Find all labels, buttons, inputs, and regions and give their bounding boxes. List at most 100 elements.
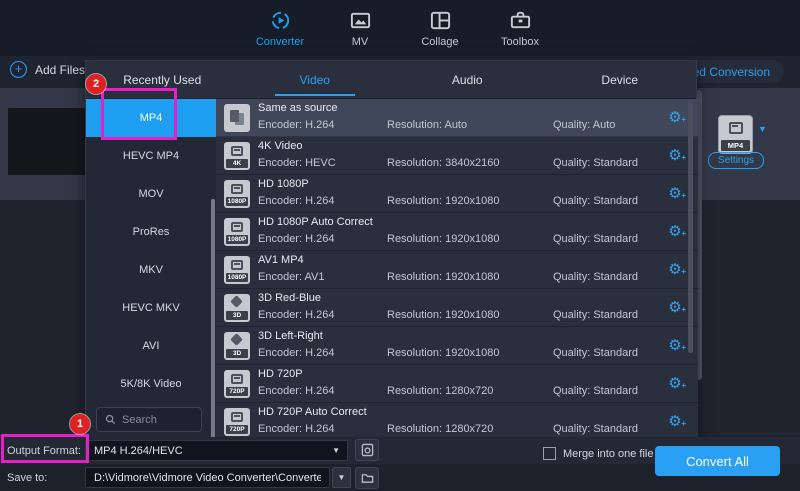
preset-settings-gear-icon[interactable] [666, 223, 684, 241]
preset-name: HD 720P [258, 368, 303, 380]
preset-row[interactable]: 720P HD 720P Encoder: H.264 Resolution: … [216, 365, 698, 403]
preset-encoder: Encoder: AV1 [258, 271, 324, 283]
preset-encoder: Encoder: H.264 [258, 385, 334, 397]
film-icon [231, 184, 243, 194]
output-format-value: MP4 H.264/HEVC [94, 445, 183, 457]
output-format-caret-icon[interactable]: ▼ [332, 446, 340, 455]
preset-settings-gear-icon[interactable] [666, 109, 684, 127]
preset-row[interactable]: 1080P HD 1080P Auto Correct Encoder: H.2… [216, 213, 698, 251]
tab-device-label: Device [601, 73, 638, 87]
preset-row[interactable]: 1080P AV1 MP4 Encoder: AV1 Resolution: 1… [216, 251, 698, 289]
sidebar-format-avi[interactable]: AVI [86, 327, 216, 365]
sidebar-format-label: MKV [139, 264, 163, 276]
preset-resolution: Resolution: Auto [387, 119, 467, 131]
preset-format-icon: 1080P [224, 218, 250, 246]
save-to-caret-button[interactable]: ▼ [332, 467, 351, 488]
sidebar-format-hevc-mkv[interactable]: HEVC MKV [86, 289, 216, 327]
format-badge: MP4 [721, 140, 750, 151]
preset-quality: Quality: Standard [553, 385, 638, 397]
preset-name: 4K Video [258, 140, 302, 152]
tab-audio[interactable]: Audio [391, 61, 544, 98]
tab-mv[interactable]: MV [320, 9, 400, 48]
tab-video[interactable]: Video [239, 61, 392, 98]
preset-settings-gear-icon[interactable] [666, 261, 684, 279]
tab-toolbox[interactable]: Toolbox [480, 9, 560, 48]
tab-device[interactable]: Device [544, 61, 697, 98]
merge-into-one-file-checkbox[interactable]: Merge into one file [543, 447, 654, 460]
preset-row[interactable]: 720P HD 720P Auto Correct Encoder: H.264… [216, 403, 698, 440]
settings-button[interactable]: Settings [708, 152, 764, 169]
preset-quality: Quality: Standard [553, 423, 638, 435]
output-format-icon-button[interactable]: MP4 [718, 115, 753, 154]
format-search-input[interactable]: Search [96, 407, 202, 432]
preset-settings-gear-icon[interactable] [666, 337, 684, 355]
preset-encoder: Encoder: H.264 [258, 233, 334, 245]
film-icon [231, 412, 243, 422]
preset-settings-gear-icon[interactable] [666, 147, 684, 165]
annotation-highlight-output-format [1, 434, 89, 463]
toolbox-icon [508, 9, 532, 33]
sidebar-format-mkv[interactable]: MKV [86, 251, 216, 289]
preset-settings-gear-icon[interactable] [666, 413, 684, 431]
preset-format-badge: 1080P [226, 197, 248, 206]
format-caret-icon[interactable]: ▼ [758, 124, 767, 134]
film-icon [231, 374, 243, 384]
sidebar-format-5k-8k-video[interactable]: 5K/8K Video [86, 365, 216, 403]
convert-all-button[interactable]: Convert All [655, 446, 780, 476]
sidebar-format-label: MOV [138, 188, 163, 200]
annotation-step-1-badge: 1 [70, 414, 90, 434]
preset-quality: Quality: Standard [553, 347, 638, 359]
preset-resolution: Resolution: 1920x1080 [387, 309, 500, 321]
preset-row[interactable]: 3D 3D Red-Blue Encoder: H.264 Resolution… [216, 289, 698, 327]
preset-format-icon: 1080P [224, 256, 250, 284]
tab-collage[interactable]: Collage [400, 9, 480, 48]
sidebar-scrollbar[interactable] [211, 199, 215, 454]
film-icon [729, 122, 743, 134]
preset-format-badge: 3D [226, 311, 248, 320]
output-format-select[interactable]: MP4 H.264/HEVC ▼ [85, 440, 348, 461]
preset-name: HD 1080P Auto Correct [258, 216, 373, 228]
preset-row[interactable]: 4K 4K Video Encoder: HEVC Resolution: 38… [216, 137, 698, 175]
preset-settings-gear-icon[interactable] [666, 185, 684, 203]
preset-settings-gear-icon[interactable] [666, 299, 684, 317]
format-settings-button[interactable] [355, 439, 379, 461]
cat-image [41, 108, 85, 175]
collage-icon [428, 9, 452, 33]
preset-format-icon: 3D [224, 332, 250, 360]
film-icon [231, 222, 243, 232]
save-to-select[interactable]: D:\Vidmore\Vidmore Video Converter\Conve… [85, 467, 330, 488]
sidebar-format-label: ProRes [133, 226, 170, 238]
preset-format-badge: 1080P [226, 235, 248, 244]
preset-row[interactable]: 3D 3D Left-Right Encoder: H.264 Resoluti… [216, 327, 698, 365]
preset-resolution: Resolution: 1920x1080 [387, 347, 500, 359]
preset-quality: Quality: Standard [553, 309, 638, 321]
preset-name: HD 720P Auto Correct [258, 406, 367, 418]
preset-format-badge: 4K [226, 159, 248, 168]
sidebar-format-hevc-mp4[interactable]: HEVC MP4 [86, 137, 216, 175]
preset-format-icon: 4K [224, 142, 250, 170]
sidebar-format-mov[interactable]: MOV [86, 175, 216, 213]
file-gear-icon [361, 443, 374, 457]
preset-resolution: Resolution: 1280x720 [387, 423, 493, 435]
save-to-value: D:\Vidmore\Vidmore Video Converter\Conve… [94, 472, 321, 484]
open-folder-button[interactable] [355, 467, 379, 489]
tab-converter-label: Converter [256, 36, 304, 48]
cube-icon [230, 295, 243, 308]
preset-encoder: Encoder: H.264 [258, 119, 334, 131]
preset-format-icon: 720P [224, 408, 250, 436]
preset-format-icon: 720P [224, 370, 250, 398]
converter-icon [268, 9, 292, 33]
preset-row[interactable]: Same as source Encoder: H.264 Resolution… [216, 99, 698, 137]
folder-icon [361, 472, 374, 484]
preset-row[interactable]: 1080P HD 1080P Encoder: H.264 Resolution… [216, 175, 698, 213]
preset-encoder: Encoder: HEVC [258, 157, 336, 169]
preset-list-scrollbar[interactable] [688, 103, 693, 353]
preset-format-badge: 1080P [226, 273, 248, 282]
preset-settings-gear-icon[interactable] [666, 375, 684, 393]
pages-icon [230, 110, 239, 122]
sidebar-format-prores[interactable]: ProRes [86, 213, 216, 251]
preset-encoder: Encoder: H.264 [258, 309, 334, 321]
format-category-tabs: Recently Used Video Audio Device [86, 61, 696, 99]
tab-converter[interactable]: Converter [240, 9, 320, 48]
preset-name: Same as source [258, 102, 337, 114]
